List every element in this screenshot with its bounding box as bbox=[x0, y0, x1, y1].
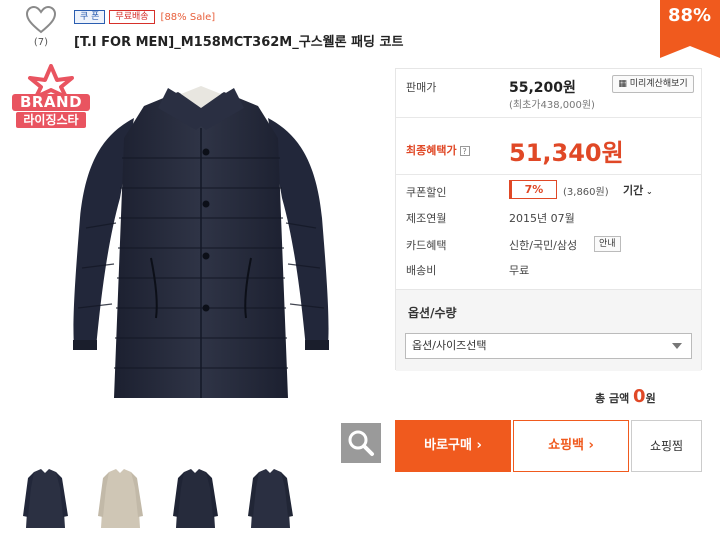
coupon-period-toggle[interactable]: 기간 ⌄ bbox=[623, 182, 653, 198]
main-product-image[interactable] bbox=[56, 78, 346, 414]
total-value: 0 bbox=[633, 386, 646, 407]
zoom-search-button[interactable] bbox=[341, 423, 381, 463]
coupon-amount: (3,860원) bbox=[563, 187, 609, 198]
product-badges: 쿠 폰 무료배송 [88% Sale] bbox=[74, 10, 215, 24]
discount-tag-text: 88% bbox=[668, 5, 712, 26]
option-area: 옵션/수량 옵션/사이즈선택 bbox=[396, 289, 701, 371]
original-price: (최초가438,000원) bbox=[509, 100, 595, 111]
sale-percent-text: [88% Sale] bbox=[160, 11, 216, 23]
free-shipping-badge: 무료배송 bbox=[109, 10, 155, 24]
option-select-value: 옵션/사이즈선택 bbox=[412, 339, 487, 352]
price-value: 55,200원 bbox=[509, 80, 576, 96]
chevron-right-icon: › bbox=[471, 438, 482, 453]
manufacture-date-value: 2015년 07월 bbox=[509, 212, 575, 225]
thumbnail-navy-3[interactable] bbox=[243, 466, 298, 532]
coupon-badge: 쿠 폰 bbox=[74, 10, 106, 24]
shipping-label: 배송비 bbox=[406, 264, 437, 277]
like-count: (7) bbox=[33, 37, 49, 48]
coupon-percent: 7% bbox=[509, 180, 557, 199]
divider bbox=[396, 117, 701, 118]
buy-now-button[interactable]: 바로구매 › bbox=[395, 420, 511, 472]
price-label: 판매가 bbox=[406, 81, 437, 94]
help-icon[interactable]: ? bbox=[459, 146, 470, 156]
coupon-period-label: 기간 bbox=[623, 184, 644, 197]
card-benefit-value: 신한/국민/삼성 bbox=[509, 239, 578, 252]
chevron-right-icon: › bbox=[584, 438, 594, 453]
shopping-bag-button[interactable]: 쇼핑백 › bbox=[513, 420, 629, 472]
divider bbox=[396, 174, 701, 175]
shopping-bag-label: 쇼핑백 bbox=[548, 438, 584, 453]
shipping-value: 무료 bbox=[509, 264, 530, 277]
thumbnail-strip bbox=[18, 466, 298, 532]
coupon-label: 쿠폰할인 bbox=[406, 186, 447, 199]
product-info-panel: 판매가 55,200원 (최초가438,000원) ▦ 미리계산해보기 최종혜택… bbox=[395, 68, 702, 371]
total-amount: 총 금액 0원 bbox=[595, 386, 656, 407]
total-unit: 원 bbox=[645, 392, 656, 405]
option-size-select[interactable]: 옵션/사이즈선택 bbox=[405, 333, 692, 359]
thumbnail-navy-2[interactable] bbox=[168, 466, 223, 532]
buy-now-label: 바로구매 bbox=[424, 438, 472, 453]
manufacture-date-label: 제조연월 bbox=[406, 212, 447, 225]
chevron-down-icon: ⌄ bbox=[643, 187, 653, 196]
product-title: [T.I FOR MEN]_M158MCT362M_구스웰론 패딩 코트 bbox=[74, 35, 404, 50]
card-benefit-label: 카드혜택 bbox=[406, 239, 447, 252]
final-price-label: 최종혜택가? bbox=[406, 142, 470, 158]
final-price-label-text: 최종혜택가 bbox=[406, 144, 457, 157]
card-info-button[interactable]: 안내 bbox=[594, 236, 621, 252]
chevron-down-icon bbox=[672, 343, 682, 349]
wishlist-button[interactable]: 쇼핑찜 bbox=[631, 420, 702, 472]
option-title: 옵션/수량 bbox=[408, 306, 457, 320]
calc-preview-label: 미리계산해보기 bbox=[629, 79, 688, 89]
calculator-icon: ▦ bbox=[618, 79, 630, 89]
total-label: 총 금액 bbox=[595, 392, 630, 405]
thumbnail-beige[interactable] bbox=[93, 466, 148, 532]
calc-preview-button[interactable]: ▦ 미리계산해보기 bbox=[612, 75, 694, 93]
final-price-value: 51,340원 bbox=[509, 139, 624, 167]
like-heart-icon[interactable] bbox=[25, 5, 57, 34]
discount-tag: 88% bbox=[660, 0, 720, 58]
search-icon bbox=[348, 430, 374, 456]
thumbnail-navy-1[interactable] bbox=[18, 466, 73, 532]
